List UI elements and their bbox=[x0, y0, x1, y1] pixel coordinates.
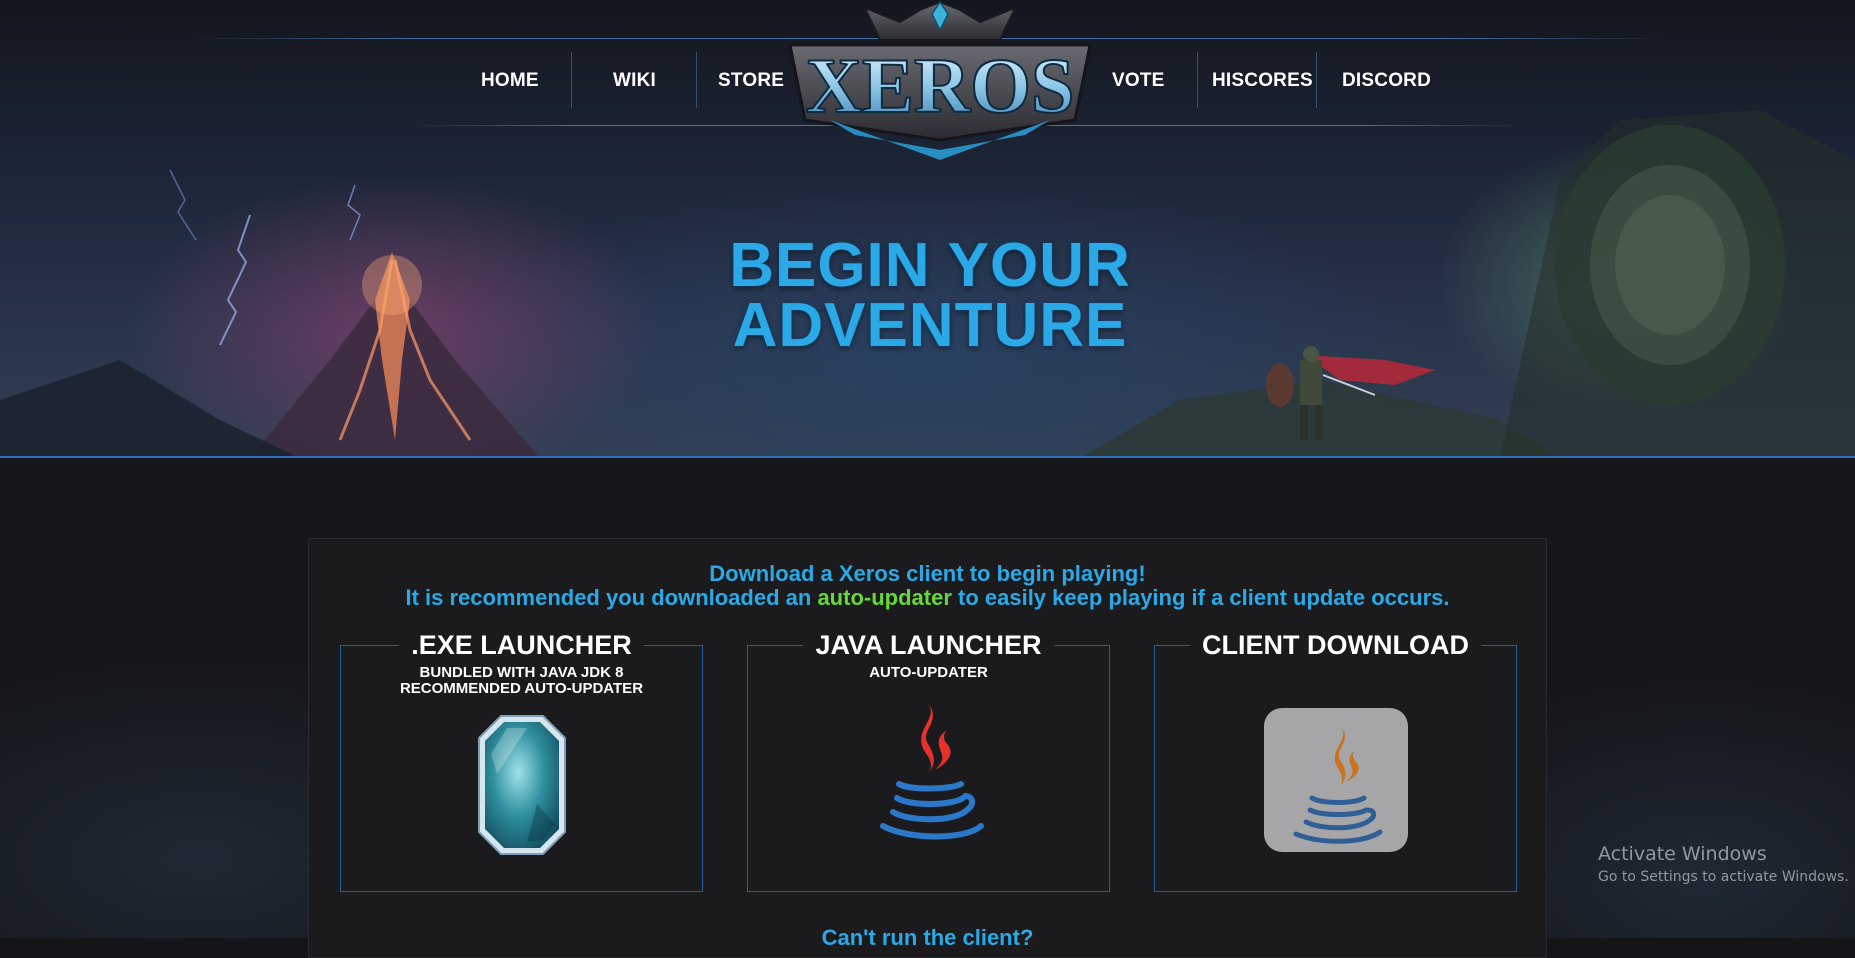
download-recommendation: It is recommended you downloaded an auto… bbox=[308, 585, 1547, 611]
hero-title-line2: ADVENTURE bbox=[732, 291, 1128, 360]
xeros-logo[interactable]: XEROS bbox=[770, 0, 1110, 165]
nav-wiki[interactable]: WIKI bbox=[613, 70, 656, 92]
nav-hiscores[interactable]: HISCORES bbox=[1212, 70, 1313, 92]
java-file-icon bbox=[1263, 708, 1408, 852]
nav-discord[interactable]: DISCORD bbox=[1342, 70, 1431, 92]
cant-run-client-link[interactable]: Can't run the client? bbox=[308, 925, 1547, 951]
download-headline: Download a Xeros client to begin playing… bbox=[709, 561, 1146, 586]
auto-updater-link[interactable]: auto-updater bbox=[817, 585, 951, 610]
java-icon bbox=[879, 702, 984, 840]
nav-separator bbox=[1197, 52, 1198, 108]
card-title: .EXE LAUNCHER bbox=[341, 630, 702, 660]
card-subtitle: BUNDLED WITH JAVA JDK 8 bbox=[419, 664, 624, 681]
card-title: JAVA LAUNCHER bbox=[748, 630, 1109, 660]
nav-separator bbox=[1316, 52, 1317, 108]
java-launcher-card[interactable]: JAVA LAUNCHER AUTO-UPDATER bbox=[747, 630, 1110, 892]
card-subtitle: RECOMMENDED AUTO-UPDATER bbox=[399, 680, 644, 697]
exe-launcher-title: .EXE LAUNCHER bbox=[399, 630, 644, 660]
nav-vote[interactable]: VOTE bbox=[1112, 70, 1165, 92]
card-title: CLIENT DOWNLOAD bbox=[1155, 630, 1516, 660]
knight-figure bbox=[1266, 346, 1435, 440]
activate-windows-subtitle: Go to Settings to activate Windows. bbox=[1598, 869, 1849, 885]
exe-launcher-card[interactable]: .EXE LAUNCHER BUNDLED WITH JAVA JDK 8 RE… bbox=[340, 630, 703, 892]
nav-home[interactable]: HOME bbox=[481, 70, 539, 92]
card-subtitle: AUTO-UPDATER bbox=[869, 664, 988, 681]
hero-title-line1: BEGIN YOUR bbox=[729, 231, 1131, 300]
nav-separator bbox=[696, 52, 697, 108]
crystal-icon bbox=[477, 715, 566, 855]
logo-text: XEROS bbox=[806, 42, 1075, 129]
nav-separator bbox=[571, 52, 572, 108]
recommend-suffix: to easily keep playing if a client updat… bbox=[951, 585, 1450, 610]
activate-windows-title: Activate Windows bbox=[1598, 843, 1767, 865]
recommend-prefix: It is recommended you downloaded an bbox=[405, 585, 818, 610]
client-download-card[interactable]: CLIENT DOWNLOAD bbox=[1154, 630, 1517, 892]
java-launcher-title: JAVA LAUNCHER bbox=[803, 630, 1054, 660]
client-download-title: CLIENT DOWNLOAD bbox=[1190, 630, 1481, 660]
hero-banner: HOME WIKI STORE VOTE HISCORES DISCORD XE… bbox=[0, 0, 1855, 458]
